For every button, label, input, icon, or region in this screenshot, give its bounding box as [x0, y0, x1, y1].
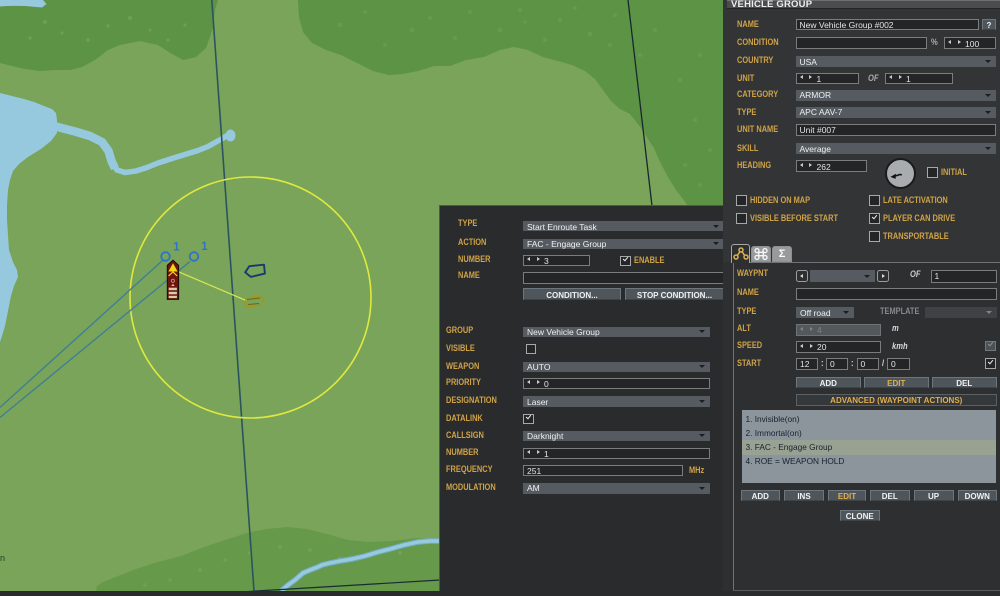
- svg-text:n: n: [0, 553, 5, 563]
- svg-text:1: 1: [173, 242, 180, 254]
- svg-text:1: 1: [201, 241, 208, 253]
